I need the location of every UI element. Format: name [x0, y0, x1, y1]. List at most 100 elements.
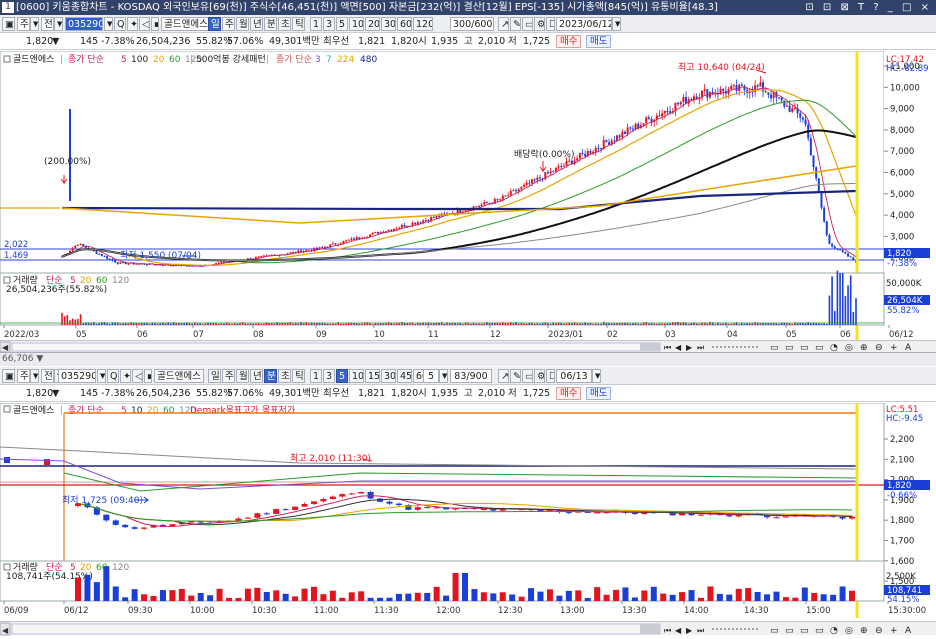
interval-20[interactable]: 20 [365, 17, 380, 31]
stock-code-input[interactable]: 035290 [58, 369, 96, 383]
market-select[interactable]: 전 [41, 369, 54, 383]
scroll-nav-icon[interactable]: ▶ [686, 626, 693, 635]
period-0[interactable]: 일 [208, 369, 221, 383]
chevron-down-icon[interactable]: ▼ [30, 17, 39, 31]
count-field[interactable]: 300/600 [450, 17, 494, 31]
period-0[interactable]: 일 [208, 17, 221, 31]
low-price: 1,725 [523, 36, 551, 47]
chevron-down-icon[interactable]: ▼ [97, 369, 106, 383]
chevron-down-icon[interactable]: ▼ [612, 17, 621, 31]
volume-bar [480, 592, 487, 601]
interval-60[interactable]: 60 [397, 17, 412, 31]
history-icon[interactable]: ▪ [144, 369, 152, 383]
star-icon[interactable]: ✦ [127, 17, 138, 31]
calendar-checkbox[interactable]: ☐ [546, 369, 555, 383]
date-field[interactable]: 06/13 [556, 369, 592, 383]
chevron-down-icon[interactable]: ▼ [30, 369, 39, 383]
volume-bar [260, 323, 262, 325]
type-select[interactable]: 주 [17, 369, 30, 383]
sell-button[interactable]: 매도 [586, 35, 612, 48]
search-icon[interactable]: Q [114, 17, 126, 31]
interval-1[interactable]: 1 [310, 17, 322, 31]
period-6[interactable]: 틱 [292, 17, 305, 31]
chevron-down-icon[interactable]: ▼ [54, 17, 63, 31]
vol-legend-checkbox[interactable] [3, 563, 11, 571]
daily-chart[interactable]: 골드앤에스 | 종가 단순 5 100 20 60 120| 500억봉 강세패턴 | 종가 단순 3… [0, 51, 936, 341]
sell-button[interactable]: 매도 [586, 387, 612, 400]
drawing-icon[interactable]: ✎ [510, 17, 521, 31]
volume-bar [658, 323, 661, 325]
period-1[interactable]: 주 [222, 17, 235, 31]
settings-icon[interactable]: ⚙ [534, 17, 545, 31]
period-1[interactable]: 주 [222, 369, 235, 383]
count-field[interactable]: 83/900 [450, 369, 492, 383]
period-5[interactable]: 초 [278, 17, 291, 31]
save-icon[interactable]: ▭ [522, 17, 533, 31]
period-5[interactable]: 초 [278, 369, 291, 383]
interval-select[interactable]: 5 [423, 369, 439, 383]
interval-5[interactable]: 5 [336, 17, 348, 31]
interval-120[interactable]: 120 [413, 17, 433, 31]
scroll-thumb[interactable] [640, 624, 660, 634]
legend-checkbox[interactable] [3, 55, 11, 63]
search-icon[interactable]: Q [107, 369, 119, 383]
settings-icon[interactable]: ⚙ [534, 369, 545, 383]
x-tick-label: 06/12 [64, 606, 89, 616]
period-4[interactable]: 분 [264, 369, 277, 383]
scroll-thumb[interactable] [640, 343, 660, 351]
chart-icon[interactable]: ↗ [498, 17, 509, 31]
scroll-nav-icon[interactable]: ⏭ [697, 626, 704, 635]
vol-legend-checkbox[interactable] [3, 276, 11, 284]
market-select[interactable]: 전 [41, 17, 54, 31]
window-controls[interactable]: ⊡ ⊡ ⊠ T ? _ □ × [805, 0, 932, 15]
volume-pane[interactable] [0, 272, 885, 326]
period-4[interactable]: 분 [264, 17, 277, 31]
interval-10[interactable]: 10 [349, 17, 364, 31]
scroll-nav-icon[interactable]: ⏮ [664, 343, 671, 352]
period-2[interactable]: 월 [236, 369, 249, 383]
top-horizontal-scrollbar[interactable]: ◀ ⏮ ◀ ▶ ⏭ ▭ ▭ ▭ ▭ ◔ ◎ ⊕ ⊖ + A [0, 340, 936, 353]
chevron-down-icon[interactable]: ▼ [592, 369, 601, 383]
interval-10[interactable]: 10 [349, 369, 364, 383]
star-icon[interactable]: ✦ [120, 369, 131, 383]
sync-icon[interactable]: ◁ [139, 17, 150, 31]
interval-30[interactable]: 30 [381, 369, 396, 383]
scroll-nav-icon[interactable]: ▶ [686, 343, 693, 352]
interval-1[interactable]: 1 [310, 369, 322, 383]
history-icon[interactable]: ▪ [151, 17, 159, 31]
period-6[interactable]: 틱 [292, 369, 305, 383]
date-field[interactable]: 2023/06/12 [556, 17, 612, 31]
period-3[interactable]: 년 [250, 369, 263, 383]
type-select[interactable]: 주 [17, 17, 30, 31]
layout-icon[interactable]: ▣ [2, 369, 15, 383]
interval-45[interactable]: 45 [397, 369, 412, 383]
stock-code-input[interactable]: 035290 [65, 17, 103, 31]
interval-30[interactable]: 30 [381, 17, 396, 31]
sync-icon[interactable]: ◁ [132, 369, 143, 383]
layout-icon[interactable]: ▣ [2, 17, 15, 31]
chevron-down-icon[interactable]: ▼ [439, 369, 448, 383]
drawing-icon[interactable]: ✎ [510, 369, 521, 383]
scroll-track[interactable] [11, 342, 661, 352]
intraday-chart[interactable]: 골드앤에스 | 종가 단순 5 10 20 60 120 Demark목표고가 목표저가 2,200… [0, 403, 936, 621]
scroll-nav-icon[interactable]: ◀ [675, 626, 682, 635]
chart-icon[interactable]: ↗ [498, 369, 509, 383]
buy-button[interactable]: 매수 [556, 387, 582, 400]
save-icon[interactable]: ▭ [522, 369, 533, 383]
price-pane[interactable] [0, 51, 885, 284]
buy-button[interactable]: 매수 [556, 35, 582, 48]
scroll-nav-icon[interactable]: ⏮ [664, 626, 671, 635]
scroll-track[interactable] [11, 623, 661, 635]
period-3[interactable]: 년 [250, 17, 263, 31]
interval-15[interactable]: 15 [365, 369, 380, 383]
scroll-nav-icon[interactable]: ◀ [675, 343, 682, 352]
interval-3[interactable]: 3 [323, 369, 335, 383]
interval-3[interactable]: 3 [323, 17, 335, 31]
chevron-down-icon[interactable]: ▼ [104, 17, 113, 31]
bottom-horizontal-scrollbar[interactable]: ◀ ⏮ ◀ ▶ ⏭ ▭ ▭ ▭ ▭ ◔ ◎ ⊕ ⊖ + A [0, 621, 936, 636]
interval-5[interactable]: 5 [336, 369, 348, 383]
legend-checkbox[interactable] [3, 405, 11, 413]
scroll-nav-icon[interactable]: ⏭ [697, 343, 704, 352]
period-2[interactable]: 월 [236, 17, 249, 31]
calendar-checkbox[interactable]: ☐ [546, 17, 555, 31]
